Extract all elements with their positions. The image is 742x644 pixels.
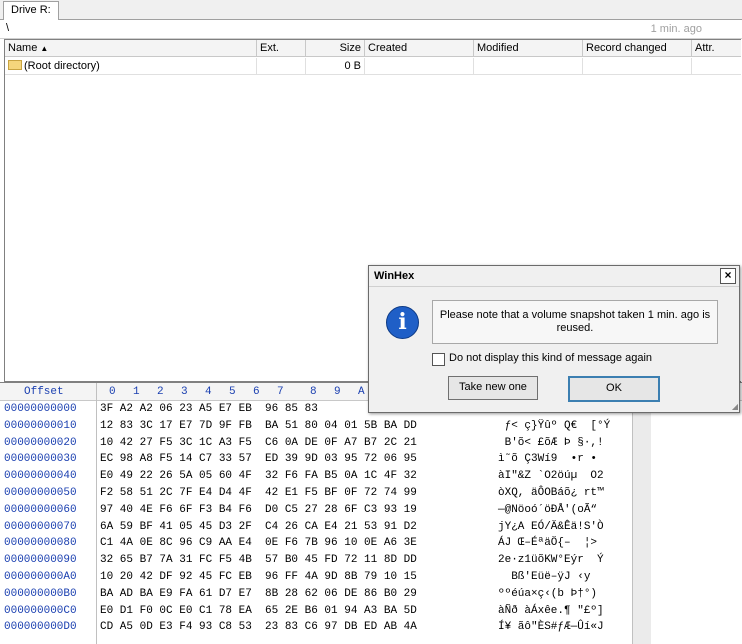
hex-editor[interactable]: Offset 0 1 2 3 4 5 6 7 8 9 A 00000000000… bbox=[0, 382, 742, 644]
offset-cell: 00000000050 bbox=[4, 486, 77, 499]
hex-bytes-row[interactable]: 32 65 B7 7A 31 FC F5 4B 57 B0 45 FD 72 1… bbox=[100, 552, 417, 569]
hex-bytes-row[interactable]: EC 98 A8 F5 14 C7 33 57 ED 39 9D 03 95 7… bbox=[100, 451, 417, 468]
offset-cell: 000000000B0 bbox=[4, 587, 77, 600]
ascii-row[interactable]: B'õ< £õÆ Þ §·,! bbox=[498, 435, 628, 452]
ascii-row[interactable]: Bß'Eüë–ÿJ ‹y bbox=[498, 569, 628, 586]
tab-drive-r[interactable]: Drive R: bbox=[3, 1, 59, 20]
offset-cell: 00000000070 bbox=[4, 520, 77, 533]
hex-bytes-row[interactable]: 6A 59 BF 41 05 45 D3 2F C4 26 CA E4 21 5… bbox=[100, 519, 417, 536]
ascii-row[interactable]: jY¿A EÓ/Ä&Êä!S'Ò bbox=[498, 519, 628, 536]
resize-grip-icon[interactable]: ◢ bbox=[732, 402, 738, 411]
hex-bytes-row[interactable]: E0 D1 F0 0C E0 C1 78 EA 65 2E B6 01 94 A… bbox=[100, 603, 417, 620]
dont-show-again-label[interactable]: Do not display this kind of message agai… bbox=[449, 352, 652, 364]
ascii-row[interactable]: º­ºéúa×ç‹(b Þ†°) bbox=[498, 586, 628, 603]
hex-col-label: 5 bbox=[229, 386, 236, 398]
path-bar: \ 1 min. ago bbox=[0, 20, 742, 39]
hex-col-label: 3 bbox=[181, 386, 188, 398]
hex-bytes-row[interactable]: 10 42 27 F5 3C 1C A3 F5 C6 0A DE 0F A7 B… bbox=[100, 435, 417, 452]
file-attr-cell bbox=[692, 58, 741, 75]
offset-cell: 00000000000 bbox=[4, 403, 77, 415]
offset-cell: 00000000010 bbox=[4, 419, 77, 432]
ascii-row[interactable]: —@Nöoó´öÐÅ'(oÃ“ bbox=[498, 502, 628, 519]
offset-cell: 00000000090 bbox=[4, 554, 77, 567]
hex-bytes-row[interactable]: 12 83 3C 17 E7 7D 9F FB BA 51 80 04 01 5… bbox=[100, 418, 417, 435]
hex-col-label: 4 bbox=[205, 386, 212, 398]
tab-bar: Drive R: bbox=[0, 0, 742, 20]
offset-cell: 000000000D0 bbox=[4, 621, 77, 634]
offset-cell: 00000000030 bbox=[4, 453, 77, 466]
column-header-created[interactable]: Created bbox=[365, 40, 474, 57]
hex-col-label: 6 bbox=[253, 386, 260, 398]
hex-col-label: 9 bbox=[334, 386, 341, 398]
ascii-row[interactable]: Í¥ ãô"ÈS#ƒÆ—Ûí«J bbox=[498, 619, 628, 636]
hex-col-label: 8 bbox=[310, 386, 317, 398]
info-icon: i bbox=[386, 306, 419, 339]
hex-scrollbar[interactable] bbox=[632, 383, 651, 644]
hex-col-label: 7 bbox=[277, 386, 284, 398]
winhex-dialog: WinHex × i Please note that a volume sna… bbox=[368, 265, 740, 413]
ok-button[interactable]: OK bbox=[568, 376, 660, 402]
column-header-record-changed[interactable]: Record changed bbox=[583, 40, 692, 57]
file-name-cell: (Root directory) bbox=[5, 58, 257, 75]
column-header-size[interactable]: Size bbox=[306, 40, 365, 57]
column-header-name-label: Name bbox=[8, 42, 38, 54]
sort-ascending-icon: ▲ bbox=[40, 44, 49, 53]
hex-bytes-row[interactable]: BA AD BA E9 FA 61 D7 E7 8B 28 62 06 DE 8… bbox=[100, 586, 417, 603]
file-created-cell bbox=[365, 58, 474, 75]
current-path: \ bbox=[6, 22, 10, 34]
hex-col-label: 0 bbox=[109, 386, 116, 398]
ascii-row[interactable]: ÁJ Œ–ÉªäÖ{– ¦> bbox=[498, 535, 628, 552]
close-icon[interactable]: × bbox=[720, 268, 736, 284]
offset-cell: 000000000C0 bbox=[4, 604, 77, 617]
column-header-ext[interactable]: Ext. bbox=[257, 40, 306, 57]
file-ext-cell bbox=[257, 58, 306, 75]
take-new-one-button[interactable]: Take new one bbox=[448, 376, 538, 400]
column-header-attr[interactable]: Attr. bbox=[692, 40, 741, 57]
ascii-row[interactable]: àI"&Z `O2öúµ O2 bbox=[498, 468, 628, 485]
dialog-title-bar: WinHex bbox=[369, 266, 739, 287]
hex-bytes-row[interactable]: 97 40 4E F6 6F F3 B4 F6 D0 C5 27 28 6F C… bbox=[100, 502, 417, 519]
hex-bytes-row[interactable]: 10 20 42 DF 92 45 FC EB 96 FF 4A 9D 8B 7… bbox=[100, 569, 417, 586]
offset-cell: 000000000A0 bbox=[4, 570, 77, 583]
offset-cell: 00000000060 bbox=[4, 503, 77, 516]
hex-bytes-row[interactable]: CD A5 0D E3 F4 93 C8 53 23 83 C6 97 DB E… bbox=[100, 619, 417, 636]
hex-col-label: 2 bbox=[157, 386, 164, 398]
column-header-name[interactable]: Name ▲ bbox=[5, 40, 257, 57]
hex-col-label: A bbox=[358, 386, 365, 398]
hex-bytes-column[interactable]: 3F A2 A2 06 23 A5 E7 EB 96 85 83 12 83 3… bbox=[100, 401, 417, 636]
dialog-title: WinHex bbox=[374, 270, 415, 282]
offset-header: Offset bbox=[24, 386, 64, 398]
hex-col-label: 1 bbox=[133, 386, 140, 398]
file-record-cell bbox=[583, 58, 692, 75]
offset-cell: 00000000040 bbox=[4, 470, 77, 483]
file-modified-cell bbox=[474, 58, 583, 75]
hex-bytes-row[interactable]: C1 4A 0E 8C 96 C9 AA E4 0E F6 7B 96 10 0… bbox=[100, 535, 417, 552]
offset-cell: 00000000020 bbox=[4, 436, 77, 449]
hex-bytes-row[interactable]: E0 49 22 26 5A 05 60 4F 32 F6 FA B5 0A 1… bbox=[100, 468, 417, 485]
file-size-cell: 0 B bbox=[306, 58, 365, 75]
dialog-message: Please note that a volume snapshot taken… bbox=[439, 309, 711, 334]
ascii-row[interactable]: òXQ, äÔOBáõ¿ rt™ bbox=[498, 485, 628, 502]
dialog-message-box: Please note that a volume snapshot taken… bbox=[432, 300, 718, 344]
ascii-row[interactable]: 2e·z1üõKW°Eýr Ý bbox=[498, 552, 628, 569]
column-header-modified[interactable]: Modified bbox=[474, 40, 583, 57]
hex-bytes-row[interactable]: F2 58 51 2C 7F E4 D4 4F 42 E1 F5 BF 0F 7… bbox=[100, 485, 417, 502]
dont-show-again-checkbox[interactable] bbox=[432, 353, 445, 366]
ascii-row[interactable]: àÑð àÁxêe.¶ "£º] bbox=[498, 603, 628, 620]
folder-icon bbox=[8, 60, 22, 70]
offset-divider bbox=[96, 383, 97, 644]
ascii-column[interactable]: ƒ< ç}Ÿûº Q€ [°Ý B'õ< £õÆ Þ §·,! ì˜õ Ç3Wí… bbox=[498, 401, 628, 636]
ascii-row[interactable]: ƒ< ç}Ÿûº Q€ [°Ý bbox=[498, 418, 628, 435]
offset-column: 00000000000 00000000010 00000000020 0000… bbox=[4, 401, 94, 636]
snapshot-age: 1 min. ago bbox=[650, 23, 702, 35]
ascii-row[interactable]: ì˜õ Ç3Wí9 •r • bbox=[498, 451, 628, 468]
file-name: (Root directory) bbox=[24, 60, 100, 72]
offset-cell: 00000000080 bbox=[4, 537, 77, 550]
